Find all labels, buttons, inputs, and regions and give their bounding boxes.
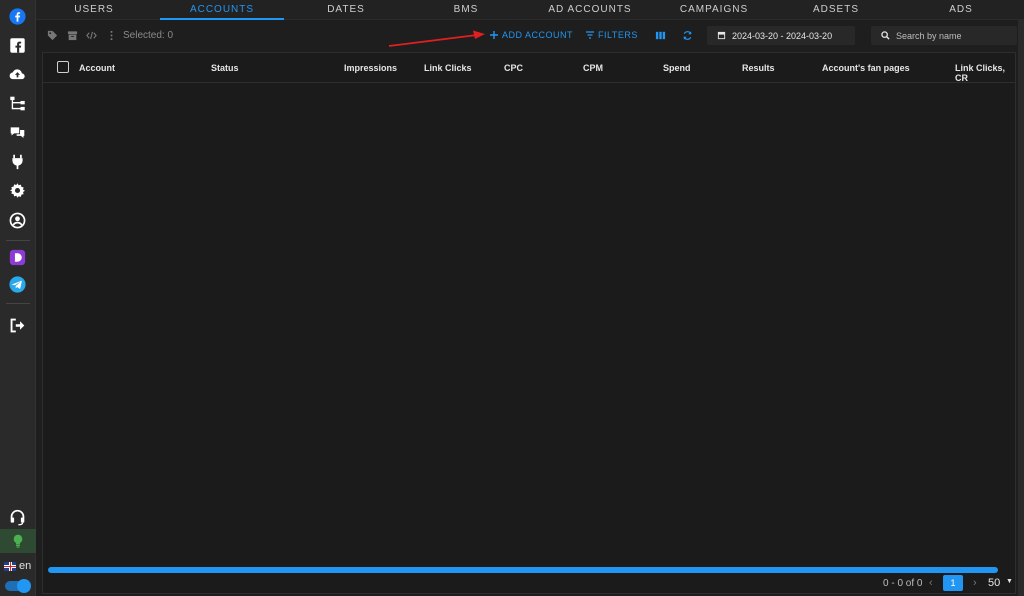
column-results[interactable]: Results <box>742 63 775 73</box>
column-status[interactable]: Status <box>211 63 239 73</box>
theme-toggle[interactable] <box>5 579 31 593</box>
filters-label: FILTERS <box>598 30 638 40</box>
language-selector[interactable]: en <box>4 560 31 572</box>
bulb-button[interactable] <box>0 529 36 553</box>
tab-ad-accounts[interactable]: AD ACCOUNTS <box>540 0 640 20</box>
bulb-icon <box>13 534 23 548</box>
calendar-icon <box>717 31 726 40</box>
page-1-button[interactable]: 1 <box>943 575 963 591</box>
search-placeholder: Search by name <box>896 30 962 41</box>
chat-icon[interactable] <box>8 123 26 141</box>
rows-per-page-select[interactable]: 50 <box>988 577 1000 589</box>
tab-bms[interactable]: BMS <box>426 0 506 20</box>
sidebar-divider <box>6 303 30 304</box>
user-circle-icon[interactable] <box>8 211 26 229</box>
plug-icon[interactable] <box>8 152 26 170</box>
plus-icon <box>490 31 498 39</box>
column-cpm[interactable]: CPM <box>583 63 603 73</box>
chevron-right-icon[interactable]: › <box>973 577 977 589</box>
sidebar: en <box>0 0 36 596</box>
toolbar: Selected: 0 ADD ACCOUNT FILTERS 2024-03-… <box>36 20 1024 52</box>
column-cpc[interactable]: CPC <box>504 63 523 73</box>
pagination: 0 - 0 of 0 ‹ 1 › 50 ▼ <box>43 575 1015 595</box>
add-account-label: ADD ACCOUNT <box>502 30 574 40</box>
telegram-icon[interactable] <box>8 275 26 293</box>
tag-icon[interactable] <box>46 29 58 41</box>
upload-icon[interactable] <box>8 65 26 83</box>
column-impressions[interactable]: Impressions <box>344 63 397 73</box>
gear-icon[interactable] <box>8 181 26 199</box>
uk-flag-icon <box>4 561 16 571</box>
language-label: en <box>19 560 32 572</box>
sidebar-divider <box>6 240 30 241</box>
date-range-value: 2024-03-20 - 2024-03-20 <box>732 30 833 41</box>
headset-icon[interactable] <box>8 508 26 526</box>
fanpage-icon[interactable] <box>8 36 26 54</box>
app-window: en USERS ACCOUNTS DATES BMS AD ACCOUNTS … <box>0 0 1024 596</box>
annotation-arrow <box>388 30 485 47</box>
column-fan-pages[interactable]: Account's fan pages <box>822 63 910 73</box>
column-link-clicks-cr[interactable]: Link Clicks, CR <box>955 63 1015 83</box>
tab-campaigns[interactable]: CAMPAIGNS <box>666 0 762 20</box>
page-scroll-track <box>1018 20 1024 596</box>
selected-count: Selected: 0 <box>123 30 174 41</box>
chevron-left-icon[interactable]: ‹ <box>929 577 933 589</box>
hierarchy-icon[interactable] <box>8 94 26 112</box>
logout-icon[interactable] <box>8 316 26 334</box>
filters-button[interactable]: FILTERS <box>585 30 638 40</box>
refresh-icon[interactable] <box>681 29 693 41</box>
facebook-icon[interactable] <box>8 7 26 25</box>
columns-icon[interactable] <box>654 29 666 41</box>
tab-users[interactable]: USERS <box>56 0 132 20</box>
date-range-picker[interactable]: 2024-03-20 - 2024-03-20 <box>707 26 855 45</box>
add-account-button[interactable]: ADD ACCOUNT <box>489 30 573 40</box>
caret-down-icon[interactable]: ▼ <box>1006 578 1013 585</box>
pagination-range: 0 - 0 of 0 <box>883 578 923 589</box>
tab-ads[interactable]: ADS <box>921 0 1001 20</box>
column-spend[interactable]: Spend <box>663 63 691 73</box>
select-all-checkbox[interactable] <box>57 61 69 73</box>
column-account[interactable]: Account <box>79 63 115 73</box>
accounts-table: Account Status Impressions Link Clicks C… <box>42 52 1016 594</box>
search-icon <box>881 31 890 40</box>
tab-dates[interactable]: DATES <box>306 0 386 20</box>
dolphin-icon[interactable] <box>8 248 26 266</box>
code-icon[interactable] <box>85 29 97 41</box>
horizontal-scrollbar[interactable] <box>48 567 998 573</box>
table-header: Account Status Impressions Link Clicks C… <box>43 53 1015 83</box>
filter-lines-icon <box>586 31 594 39</box>
archive-icon[interactable] <box>66 29 78 41</box>
search-input[interactable]: Search by name <box>871 26 1017 45</box>
column-link-clicks[interactable]: Link Clicks <box>424 63 472 73</box>
tab-adsets[interactable]: ADSETS <box>796 0 876 20</box>
more-vert-icon[interactable] <box>105 29 117 41</box>
main-tabs: USERS ACCOUNTS DATES BMS AD ACCOUNTS CAM… <box>36 0 1024 20</box>
tab-accounts[interactable]: ACCOUNTS <box>160 0 284 20</box>
